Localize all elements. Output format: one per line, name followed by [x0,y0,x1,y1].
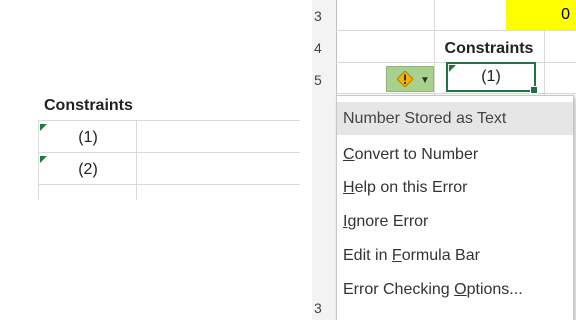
left-sheet-panel: Constraints (1) (2) [0,0,300,320]
gridline [136,120,137,200]
menu-label-part: elp on this Error [354,179,468,196]
cell-value: 0 [561,6,570,23]
menu-label-part: ptions... [466,281,523,298]
highlighted-cell[interactable]: 0 [506,0,576,30]
gridline [336,30,576,31]
menu-item-error-checking-options[interactable]: Error Checking Options... [337,273,573,306]
menu-label-part: Error Checking [343,281,455,298]
gridline [38,184,300,185]
error-context-menu: Number Stored as Text Convert to Number … [336,95,574,320]
row-header-column: 3 4 5 3 [312,0,337,320]
selected-cell[interactable]: (1) [446,62,538,94]
menu-label-part: onvert to Number [354,146,479,163]
menu-title: Number Stored as Text [337,102,573,135]
cell-constraint-1[interactable]: (1) [40,124,136,152]
row-number[interactable]: 4 [312,40,338,56]
cell-value: (2) [78,161,98,178]
cell-value: (1) [78,129,98,146]
gridline [38,120,300,121]
fill-handle[interactable] [530,86,538,94]
gridline [38,120,39,200]
image-divider [300,0,312,320]
menu-item-edit-in-formula-bar[interactable]: Edit in Formula Bar [337,239,573,272]
menu-label-part: gnore Error [347,213,429,230]
gridline [38,152,300,153]
menu-item-help-on-error[interactable]: Help on this Error [337,171,573,204]
menu-item-ignore-error[interactable]: Ignore Error [337,205,573,238]
row-number[interactable]: 5 [312,72,338,88]
error-options-button[interactable]: ▼ [386,66,434,92]
row-number[interactable]: 3 [312,8,338,24]
menu-item-convert-to-number[interactable]: Convert to Number [337,138,573,171]
menu-label-part: ormula Bar [401,247,480,264]
cell-value: (1) [481,68,501,85]
menu-accelerator: O [454,281,467,298]
constraints-header: Constraints [444,40,534,57]
gridline [336,93,576,94]
menu-accelerator: H [343,179,355,196]
error-indicator-icon [40,124,47,131]
cell-constraint-2[interactable]: (2) [40,156,136,184]
menu-accelerator: C [343,146,355,163]
menu-accelerator: F [391,247,402,264]
right-sheet-panel: 3 4 5 3 0 Constraints ▼ (1) Number Store… [312,0,576,320]
chevron-down-icon: ▼ [420,75,430,86]
warning-diamond-icon [397,71,413,87]
error-indicator-icon [449,65,456,72]
row-number[interactable]: 3 [312,300,338,316]
constraints-header: Constraints [44,97,133,114]
error-indicator-icon [40,156,47,163]
menu-label-part: Edit in [343,247,392,264]
